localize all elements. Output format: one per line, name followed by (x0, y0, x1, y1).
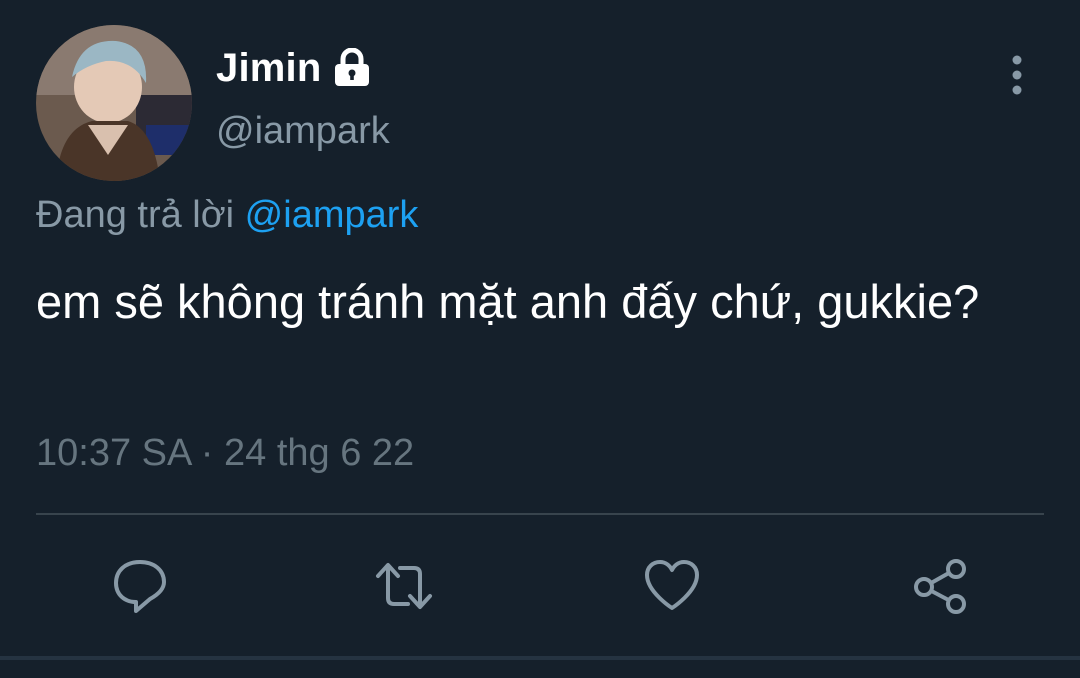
avatar-image (36, 25, 192, 181)
reply-icon (114, 560, 166, 613)
reply-context: Đang trả lời @iampark (36, 194, 418, 237)
share-icon (914, 559, 966, 614)
display-name[interactable]: Jimin (216, 46, 321, 91)
lock-icon (331, 47, 373, 88)
reply-button[interactable] (110, 556, 170, 616)
divider (36, 513, 1044, 515)
reply-to-link[interactable]: @iampark (245, 194, 419, 236)
avatar[interactable] (36, 25, 192, 181)
tweet-timestamp: 10:37 SA · 24 thg 6 22 (36, 432, 415, 474)
more-options-button[interactable] (1000, 52, 1034, 98)
like-icon (645, 560, 699, 610)
reply-prefix: Đang trả lời (36, 194, 235, 236)
retweet-icon (376, 563, 432, 609)
display-name-row: Jimin (216, 44, 373, 92)
user-handle[interactable]: @iampark (216, 110, 390, 153)
retweet-button[interactable] (374, 556, 434, 616)
more-vertical-icon (1012, 55, 1022, 95)
like-button[interactable] (642, 556, 702, 616)
share-button[interactable] (910, 556, 970, 616)
bottom-divider (0, 656, 1080, 660)
tweet-text: em sẽ không tránh mặt anh đấy chứ, gukki… (36, 275, 980, 328)
